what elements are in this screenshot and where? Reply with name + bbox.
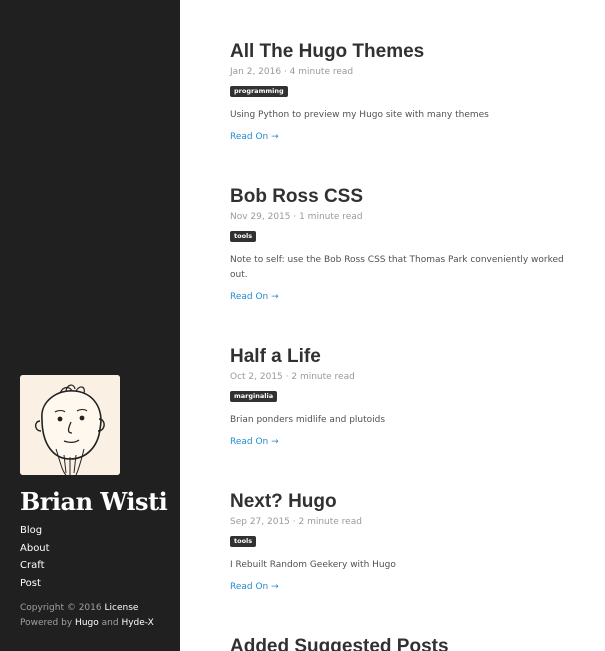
post-summary: I Rebuilt Random Geekery with Hugo	[230, 560, 396, 570]
post-item: Added Suggested Posts	[230, 635, 575, 651]
license-link[interactable]: License	[104, 603, 138, 613]
read-on-link[interactable]: Read On →	[230, 292, 279, 302]
copyright-line: Copyright © 2016 License	[20, 601, 154, 616]
post-summary: Brian ponders midlife and plutoids	[230, 415, 386, 425]
post-meta: Oct 2, 2015 · 2 minute read	[230, 372, 355, 382]
read-on-link[interactable]: Read On →	[230, 582, 279, 592]
post-title[interactable]: Next? Hugo	[230, 490, 575, 514]
nav-link-blog[interactable]: Blog	[20, 525, 42, 536]
post-tag[interactable]: programming	[230, 86, 288, 97]
read-on-link[interactable]: Read On →	[230, 437, 279, 447]
post-tag[interactable]: tools	[230, 536, 257, 547]
nav-link-post[interactable]: Post	[20, 578, 41, 589]
sidebar-nav: Blog About Craft Post	[20, 522, 50, 592]
nav-link-craft[interactable]: Craft	[20, 560, 45, 571]
nav-item-craft: Craft	[20, 557, 50, 575]
post-summary: Using Python to preview my Hugo site wit…	[230, 110, 489, 120]
post-title[interactable]: Half a Life	[230, 345, 575, 369]
post-meta: Jan 2, 2016 · 4 minute read	[230, 67, 354, 77]
post-title[interactable]: All The Hugo Themes	[230, 40, 575, 64]
post-item: Bob Ross CSS Nov 29, 2015 · 1 minute rea…	[230, 185, 575, 303]
author-avatar	[20, 375, 120, 475]
theme-link[interactable]: Hyde-X	[121, 618, 153, 628]
read-on-link[interactable]: Read On →	[230, 132, 279, 142]
post-item: All The Hugo Themes Jan 2, 2016 · 4 minu…	[230, 40, 575, 143]
nav-item-about: About	[20, 540, 50, 558]
post-title[interactable]: Bob Ross CSS	[230, 185, 575, 209]
powered-by-text: Powered by	[20, 618, 73, 628]
post-item: Half a Life Oct 2, 2015 · 2 minute read …	[230, 345, 575, 448]
and-text: and	[101, 618, 119, 628]
post-summary: Note to self: use the Bob Ross CSS that …	[230, 255, 564, 280]
post-title[interactable]: Added Suggested Posts	[230, 635, 575, 651]
site-title[interactable]: Brian Wisti	[20, 487, 168, 516]
nav-item-blog: Blog	[20, 522, 50, 540]
hugo-link[interactable]: Hugo	[75, 618, 99, 628]
author-caricature-icon	[20, 375, 120, 475]
post-item: Next? Hugo Sep 27, 2015 · 2 minute read …	[230, 490, 575, 593]
nav-link-about[interactable]: About	[20, 543, 50, 554]
sidebar-footer: Copyright © 2016 License Powered by Hugo…	[20, 601, 154, 631]
nav-item-post: Post	[20, 575, 50, 593]
post-tag[interactable]: marginalia	[230, 391, 278, 402]
post-meta: Sep 27, 2015 · 2 minute read	[230, 517, 362, 527]
powered-by-line: Powered by Hugo and Hyde-X	[20, 616, 154, 631]
post-meta: Nov 29, 2015 · 1 minute read	[230, 212, 363, 222]
post-tag[interactable]: tools	[230, 231, 257, 242]
copyright-text: Copyright © 2016	[20, 603, 102, 613]
sidebar: Brian Wisti Blog About Craft Post Copyri…	[0, 0, 180, 651]
